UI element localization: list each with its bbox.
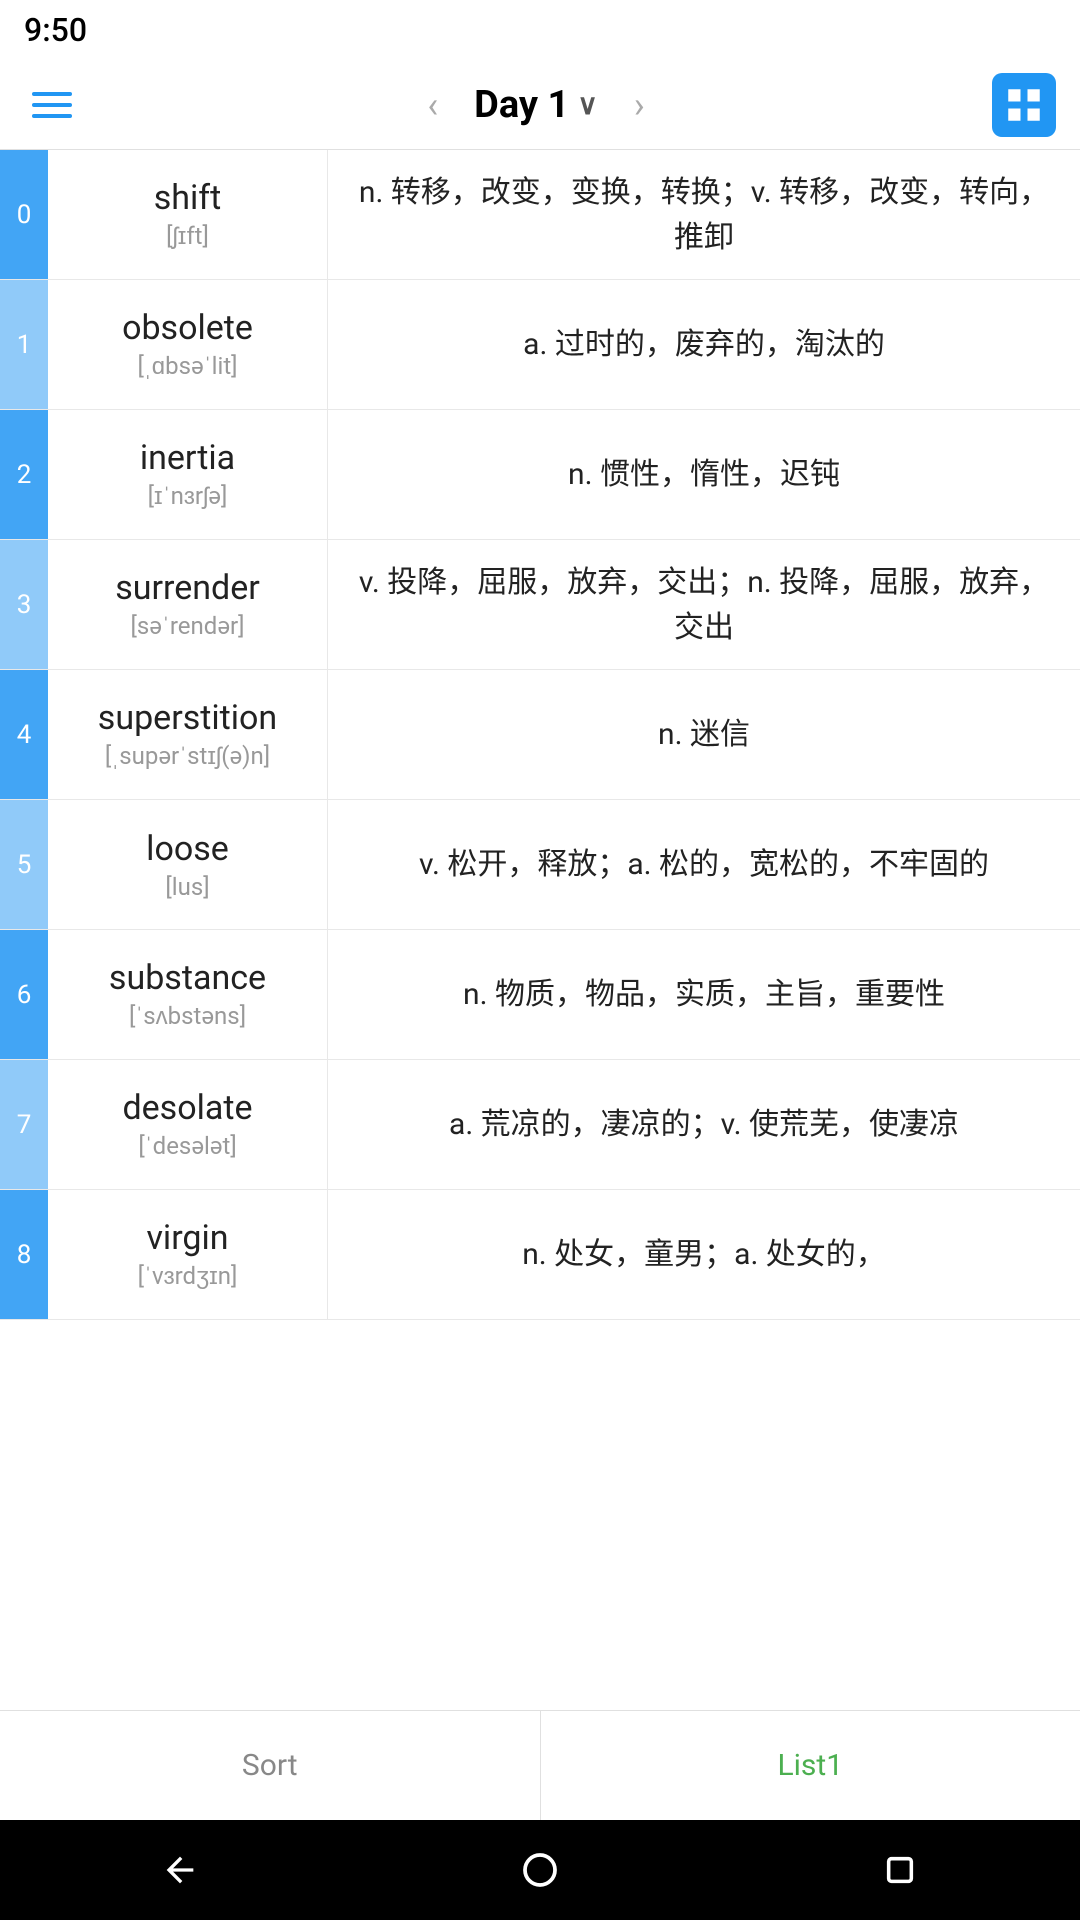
word-english: shift: [154, 178, 222, 218]
word-definition: n. 转移，改变，变换，转换；v. 转移，改变，转向，推卸: [328, 150, 1080, 279]
grid-view-button[interactable]: [992, 73, 1056, 137]
word-phonetic: [ˌsupərˈstɪʃ(ə)n]: [105, 742, 270, 771]
word-definition: a. 过时的，废弃的，淘汰的: [328, 280, 1080, 409]
word-index: 0: [0, 150, 48, 279]
word-phonetic: [ˈdesələt]: [138, 1132, 236, 1161]
word-phonetic: [səˈrendər]: [131, 612, 245, 641]
tab-list1[interactable]: List1: [541, 1711, 1080, 1820]
next-day-button[interactable]: ›: [618, 76, 661, 134]
word-definition: a. 荒凉的，凄凉的；v. 使荒芜，使凄凉: [328, 1060, 1080, 1189]
word-index: 8: [0, 1190, 48, 1319]
table-row[interactable]: 1 obsolete [ˌɑbsəˈlit] a. 过时的，废弃的，淘汰的: [0, 280, 1080, 410]
tab-list1-label: List1: [777, 1748, 843, 1783]
word-english-col: loose [lus]: [48, 800, 328, 929]
home-icon: [522, 1852, 558, 1888]
table-row[interactable]: 7 desolate [ˈdesələt] a. 荒凉的，凄凉的；v. 使荒芜，…: [0, 1060, 1080, 1190]
tab-sort[interactable]: Sort: [0, 1711, 541, 1820]
grid-icon: [1003, 84, 1045, 126]
tab-sort-label: Sort: [242, 1748, 298, 1783]
hamburger-line-3: [32, 114, 72, 118]
word-english-col: inertia [ɪˈnɜrʃə]: [48, 410, 328, 539]
word-definition: n. 迷信: [328, 670, 1080, 799]
word-english: superstition: [98, 698, 277, 738]
back-icon: [160, 1850, 200, 1890]
word-english: loose: [146, 829, 229, 869]
word-phonetic: [ʃɪft]: [166, 222, 209, 251]
top-nav: ‹ Day 1 ∨ ›: [0, 60, 1080, 150]
hamburger-menu[interactable]: [24, 84, 80, 126]
word-index: 4: [0, 670, 48, 799]
word-phonetic: [ɪˈnɜrʃə]: [148, 482, 228, 511]
word-index: 6: [0, 930, 48, 1059]
word-phonetic: [ˈsʌbstəns]: [129, 1002, 246, 1031]
word-english-col: virgin [ˈvɜrdʒɪn]: [48, 1190, 328, 1319]
word-phonetic: [lus]: [165, 873, 209, 901]
day-title: Day 1: [474, 83, 569, 127]
word-english: substance: [109, 958, 266, 998]
word-index: 3: [0, 540, 48, 669]
prev-day-button[interactable]: ‹: [411, 76, 454, 134]
word-definition: n. 处女，童男；a. 处女的，: [328, 1190, 1080, 1319]
word-index: 2: [0, 410, 48, 539]
hamburger-line-2: [32, 103, 72, 107]
home-button[interactable]: [510, 1840, 570, 1900]
word-english-col: surrender [səˈrendər]: [48, 540, 328, 669]
word-definition: n. 物质，物品，实质，主旨，重要性: [328, 930, 1080, 1059]
recents-icon: [883, 1853, 917, 1887]
android-nav-bar: [0, 1820, 1080, 1920]
word-definition: n. 惯性，惰性，迟钝: [328, 410, 1080, 539]
back-button[interactable]: [150, 1840, 210, 1900]
word-definition: v. 投降，屈服，放弃，交出；n. 投降，屈服，放弃，交出: [328, 540, 1080, 669]
table-row[interactable]: 4 superstition [ˌsupərˈstɪʃ(ə)n] n. 迷信: [0, 670, 1080, 800]
word-phonetic: [ˌɑbsəˈlit]: [137, 352, 237, 381]
word-index: 5: [0, 800, 48, 929]
word-english: obsolete: [122, 308, 253, 348]
word-english-col: superstition [ˌsupərˈstɪʃ(ə)n]: [48, 670, 328, 799]
word-index: 1: [0, 280, 48, 409]
table-row[interactable]: 6 substance [ˈsʌbstəns] n. 物质，物品，实质，主旨，重…: [0, 930, 1080, 1060]
table-row[interactable]: 2 inertia [ɪˈnɜrʃə] n. 惯性，惰性，迟钝: [0, 410, 1080, 540]
recents-button[interactable]: [870, 1840, 930, 1900]
table-row[interactable]: 3 surrender [səˈrendər] v. 投降，屈服，放弃，交出；n…: [0, 540, 1080, 670]
word-english: desolate: [122, 1088, 252, 1128]
word-english-col: substance [ˈsʌbstəns]: [48, 930, 328, 1059]
word-english: surrender: [115, 568, 260, 608]
chevron-down-icon: ∨: [577, 88, 598, 121]
word-english-col: shift [ʃɪft]: [48, 150, 328, 279]
hamburger-line-1: [32, 92, 72, 96]
table-row[interactable]: 0 shift [ʃɪft] n. 转移，改变，变换，转换；v. 转移，改变，转…: [0, 150, 1080, 280]
word-phonetic: [ˈvɜrdʒɪn]: [138, 1262, 238, 1291]
word-list: 0 shift [ʃɪft] n. 转移，改变，变换，转换；v. 转移，改变，转…: [0, 150, 1080, 1710]
status-bar: 9:50: [0, 0, 1080, 60]
word-english: inertia: [140, 438, 235, 478]
table-row[interactable]: 5 loose [lus] v. 松开，释放；a. 松的，宽松的，不牢固的: [0, 800, 1080, 930]
bottom-tabs: Sort List1: [0, 1710, 1080, 1820]
status-time: 9:50: [24, 11, 87, 49]
word-english-col: obsolete [ˌɑbsəˈlit]: [48, 280, 328, 409]
word-index: 7: [0, 1060, 48, 1189]
day-selector[interactable]: Day 1 ∨: [474, 83, 598, 127]
word-english: virgin: [146, 1218, 228, 1258]
word-definition: v. 松开，释放；a. 松的，宽松的，不牢固的: [328, 800, 1080, 929]
word-english-col: desolate [ˈdesələt]: [48, 1060, 328, 1189]
table-row[interactable]: 8 virgin [ˈvɜrdʒɪn] n. 处女，童男；a. 处女的，: [0, 1190, 1080, 1320]
nav-center: ‹ Day 1 ∨ ›: [411, 76, 660, 134]
